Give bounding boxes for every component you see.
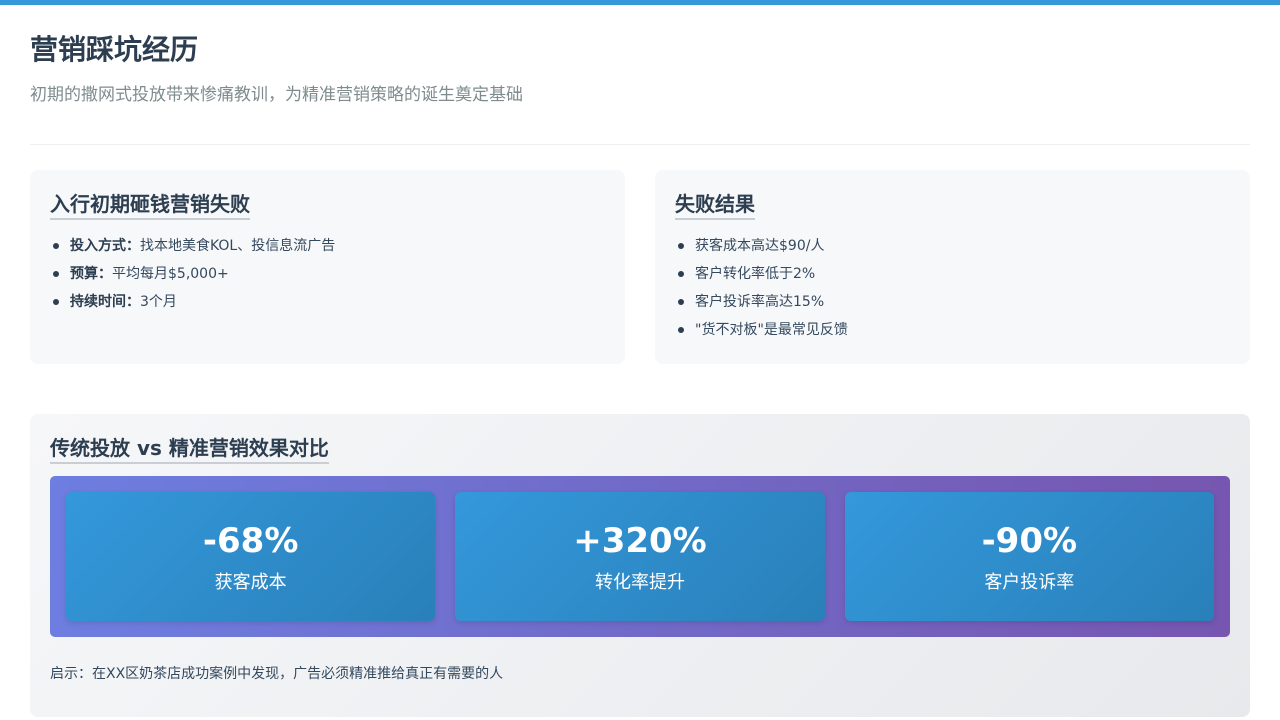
bullet-icon bbox=[678, 243, 684, 249]
item-key: 预算： bbox=[70, 266, 112, 282]
page-subtitle: 初期的撒网式投放带来惨痛教训，为精准营销策略的诞生奠定基础 bbox=[30, 85, 523, 105]
failure-results-card: 失败结果 获客成本高达$90/人 客户转化率低于2% 客户投诉率高达15% "货… bbox=[655, 170, 1250, 364]
item-text: "货不对板"是最常见反馈 bbox=[695, 322, 848, 338]
comparison-title: 传统投放 vs 精准营销效果对比 bbox=[50, 434, 329, 464]
item-key: 持续时间： bbox=[70, 294, 140, 310]
list-item: 持续时间：3个月 bbox=[50, 288, 605, 316]
stat-value: -68% bbox=[202, 520, 299, 561]
early-failure-list: 投入方式：找本地美食KOL、投信息流广告 预算：平均每月$5,000+ 持续时间… bbox=[50, 232, 605, 316]
page-header: 营销踩坑经历 初期的撒网式投放带来惨痛教训，为精准营销策略的诞生奠定基础 bbox=[30, 30, 1250, 108]
bullet-icon bbox=[53, 299, 59, 305]
stat-label: 客户投诉率 bbox=[984, 571, 1075, 593]
item-key: 投入方式： bbox=[70, 238, 140, 254]
list-item: 客户转化率低于2% bbox=[675, 260, 1230, 288]
list-item: 预算：平均每月$5,000+ bbox=[50, 260, 605, 288]
list-item: "货不对板"是最常见反馈 bbox=[675, 316, 1230, 344]
early-failure-title: 入行初期砸钱营销失败 bbox=[50, 190, 250, 220]
stat-value: -90% bbox=[981, 520, 1078, 561]
stat-value: +320% bbox=[573, 520, 707, 561]
bullet-icon bbox=[53, 271, 59, 277]
stat-card-conversion: +320% 转化率提升 bbox=[455, 492, 825, 621]
list-item: 投入方式：找本地美食KOL、投信息流广告 bbox=[50, 232, 605, 260]
bullet-icon bbox=[678, 327, 684, 333]
top-accent-bar bbox=[0, 0, 1280, 5]
item-text: 客户转化率低于2% bbox=[695, 266, 816, 282]
failure-results-list: 获客成本高达$90/人 客户转化率低于2% 客户投诉率高达15% "货不对板"是… bbox=[675, 232, 1230, 344]
bullet-icon bbox=[678, 299, 684, 305]
item-value: 平均每月$5,000+ bbox=[112, 266, 229, 282]
item-value: 找本地美食KOL、投信息流广告 bbox=[140, 238, 336, 254]
item-value: 3个月 bbox=[140, 294, 177, 310]
item-text: 获客成本高达$90/人 bbox=[695, 238, 825, 254]
list-item: 客户投诉率高达15% bbox=[675, 288, 1230, 316]
stat-label: 转化率提升 bbox=[594, 571, 685, 593]
item-text: 客户投诉率高达15% bbox=[695, 294, 825, 310]
header-divider bbox=[30, 144, 1250, 145]
stats-band: -68% 获客成本 +320% 转化率提升 -90% 客户投诉率 bbox=[50, 476, 1230, 637]
page-title: 营销踩坑经历 bbox=[30, 33, 199, 66]
list-item: 获客成本高达$90/人 bbox=[675, 232, 1230, 260]
comparison-section: 传统投放 vs 精准营销效果对比 -68% 获客成本 +320% 转化率提升 -… bbox=[30, 414, 1250, 717]
bullet-icon bbox=[678, 271, 684, 277]
stat-label: 获客成本 bbox=[214, 571, 287, 593]
stat-card-acquisition-cost: -68% 获客成本 bbox=[66, 492, 436, 621]
insight-text: 启示：在XX区奶茶店成功案例中发现，广告必须精准推给真正有需要的人 bbox=[50, 666, 504, 682]
bullet-icon bbox=[53, 243, 59, 249]
early-failure-card: 入行初期砸钱营销失败 投入方式：找本地美食KOL、投信息流广告 预算：平均每月$… bbox=[30, 170, 625, 364]
stat-card-complaint-rate: -90% 客户投诉率 bbox=[844, 492, 1214, 621]
failure-results-title: 失败结果 bbox=[675, 190, 755, 220]
